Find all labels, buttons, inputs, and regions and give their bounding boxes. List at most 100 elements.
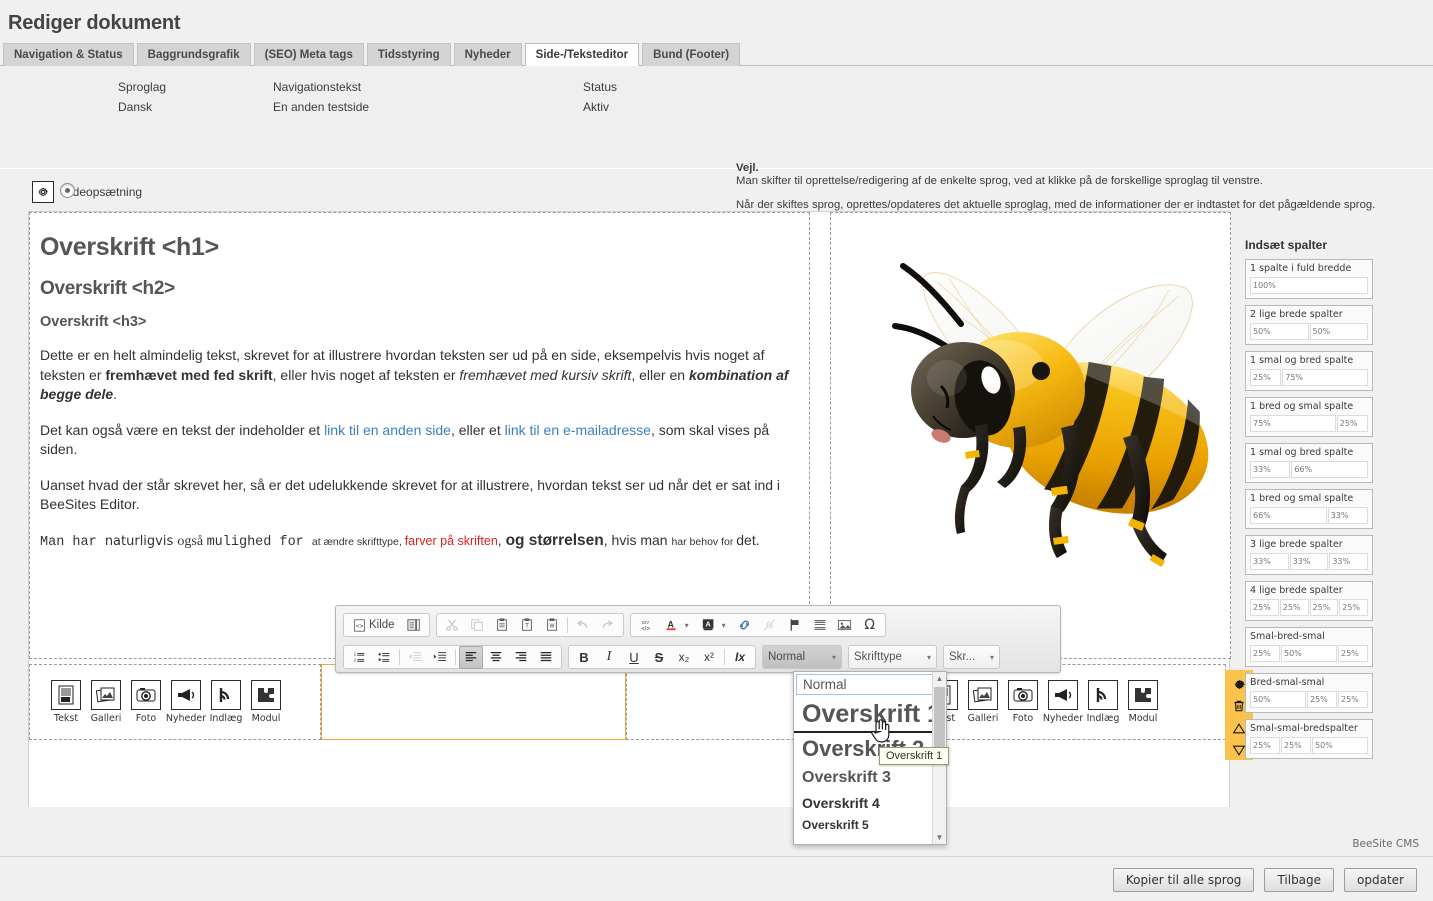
palette-item[interactable]: 1 bred og smal spalte 66% 33% [1245,489,1373,529]
palette-item-label: 2 lige brede spalter [1250,309,1343,320]
module-tekst[interactable]: Tekst [46,680,86,724]
bold-icon[interactable]: B [572,646,596,669]
format-option-overskrift-4[interactable]: Overskrift 4 [794,791,946,815]
format-combo[interactable]: Normal ▾ [762,645,842,669]
palette-item[interactable]: Smal-bred-smal 25% 50% 25% [1245,627,1373,667]
toolbar-separator [566,617,568,633]
div-code-icon[interactable]: DIV </> [634,614,658,637]
megaphone-icon [1048,680,1078,710]
underline-icon[interactable]: U [622,646,646,669]
document-body[interactable]: Overskrift <h1> Overskrift <h2> Overskri… [30,213,809,552]
format-combo-value: Normal [768,651,806,663]
palette-item[interactable]: 1 bred og smal spalte 75% 25% [1245,397,1373,437]
text-color-icon[interactable]: A ▾ [659,614,695,637]
templates-icon[interactable] [402,614,426,637]
align-left-icon[interactable] [459,645,483,669]
source-code-icon[interactable]: <> Kilde [347,614,401,637]
format-option-normal[interactable]: Normal [796,674,944,695]
paste-word-icon[interactable]: W [540,614,564,637]
palette-item[interactable]: Smal-smal-bredspalter 25% 25% 50% [1245,719,1373,759]
redo-icon[interactable] [596,614,620,637]
tab-nyheder[interactable]: Nyheder [453,43,522,66]
palette-column: 33% [1329,553,1369,570]
update-button[interactable]: opdater [1344,868,1417,892]
outdent-icon[interactable] [403,646,427,669]
module-group-selected[interactable] [321,664,626,740]
tab-baggrundsgrafik[interactable]: Baggrundsgrafik [136,43,251,66]
tab-seo-meta-tags[interactable]: (SEO) Meta tags [253,43,364,66]
align-justify-icon[interactable] [534,646,558,669]
align-right-icon[interactable] [509,646,533,669]
tab-navigation-status[interactable]: Navigation & Status [3,43,134,66]
format-option-overskrift-3[interactable]: Overskrift 3 [794,765,946,791]
content-column-left[interactable]: Overskrift <h1> Overskrift <h2> Overskri… [29,212,810,659]
module-group-left[interactable]: Tekst Galleri Foto Nyheder Indlæg Modul [29,664,321,740]
paste-text-icon[interactable]: T [515,614,539,637]
undo-icon[interactable] [571,614,595,637]
gear-icon[interactable] [32,181,54,203]
palette-column: 50% [1250,323,1309,340]
font-combo[interactable]: Skrifttype ▾ [848,645,937,669]
palette-item[interactable]: 1 smal og bred spalte 33% 66% [1245,443,1373,483]
palette-item[interactable]: 4 lige brede spalter 25% 25% 25% 25% [1245,581,1373,621]
bg-color-icon[interactable]: A ▾ [696,614,732,637]
module-modul[interactable]: Modul [246,680,286,724]
tab-side-teksteditor[interactable]: Side-/Teksteditor [524,43,640,66]
align-center-icon[interactable] [484,646,508,669]
strikethrough-icon[interactable]: S [647,646,671,669]
svg-text:T: T [525,623,529,630]
palette-item-label: 1 bred og smal spalte [1250,401,1354,412]
palette-item[interactable]: 2 lige brede spalter 50% 50% [1245,305,1373,345]
module-nyheder[interactable]: Nyheder [166,680,206,724]
module-label: Foto [135,713,157,724]
format-option-overskrift-1[interactable]: Overskrift 1 [794,697,946,733]
unlink-icon[interactable] [758,614,782,637]
subscript-icon[interactable]: x₂ [672,646,696,669]
paste-icon[interactable] [490,614,514,637]
link-email[interactable]: link til en e-mailadresse [505,422,651,438]
copy-all-languages-button[interactable]: Kopier til alle sprog [1112,868,1255,892]
size-combo[interactable]: Skr... ▾ [943,645,1000,669]
palette-item[interactable]: 3 lige brede spalter 33% 33% 33% [1245,535,1373,575]
language-radio-dansk[interactable] [60,183,75,198]
superscript-icon[interactable]: x² [697,646,721,669]
bulleted-list-icon[interactable] [372,646,396,669]
image-icon[interactable] [833,614,857,637]
numbered-list-icon[interactable]: 12 [347,646,371,669]
chevron-down-icon: ▾ [831,652,836,662]
p1-part-d: . [113,386,118,402]
palette-item[interactable]: Bred-smal-smal 50% 25% 25% [1245,673,1373,713]
scroll-up-icon[interactable]: ▲ [933,672,946,685]
module-galleri[interactable]: Galleri [86,680,126,724]
module-foto[interactable]: Foto [126,680,166,724]
scroll-down-icon[interactable]: ▼ [933,831,946,844]
link-anden-side[interactable]: link til en anden side [324,422,451,438]
link-icon[interactable] [733,614,757,637]
back-button[interactable]: Tilbage [1264,868,1335,892]
camera-icon [131,680,161,710]
module-galleri-2[interactable]: Galleri [963,680,1003,724]
scrollbar-thumb[interactable] [934,687,945,747]
palette-item[interactable]: 1 smal og bred spalte 25% 75% [1245,351,1373,391]
tab-tidsstyring[interactable]: Tidsstyring [366,43,451,66]
module-indlaeg-2[interactable]: Indlæg [1083,680,1123,724]
svg-text:1: 1 [354,651,357,656]
flag-icon[interactable] [783,614,807,637]
format-option-overskrift-5[interactable]: Overskrift 5 [794,815,946,835]
scissors-icon[interactable] [440,614,464,637]
content-column-right[interactable] [830,212,1231,659]
remove-format-icon[interactable]: Ix [728,646,752,669]
paragraph-2: Det kan også være en tekst der indeholde… [40,421,799,460]
tab-bund-footer[interactable]: Bund (Footer) [642,43,741,66]
module-indlaeg[interactable]: Indlæg [206,680,246,724]
module-nyheder-2[interactable]: Nyheder [1043,680,1083,724]
module-label: Indlæg [1086,713,1120,724]
palette-item[interactable]: 1 spalte i fuld bredde 100% [1245,259,1373,299]
hrule-icon[interactable] [808,614,832,637]
copy-icon[interactable] [465,614,489,637]
omega-icon[interactable]: Ω [858,614,882,637]
module-foto-2[interactable]: Foto [1003,680,1043,724]
indent-icon[interactable] [428,646,452,669]
module-modul-2[interactable]: Modul [1123,680,1163,724]
italic-icon[interactable]: I [597,646,621,669]
